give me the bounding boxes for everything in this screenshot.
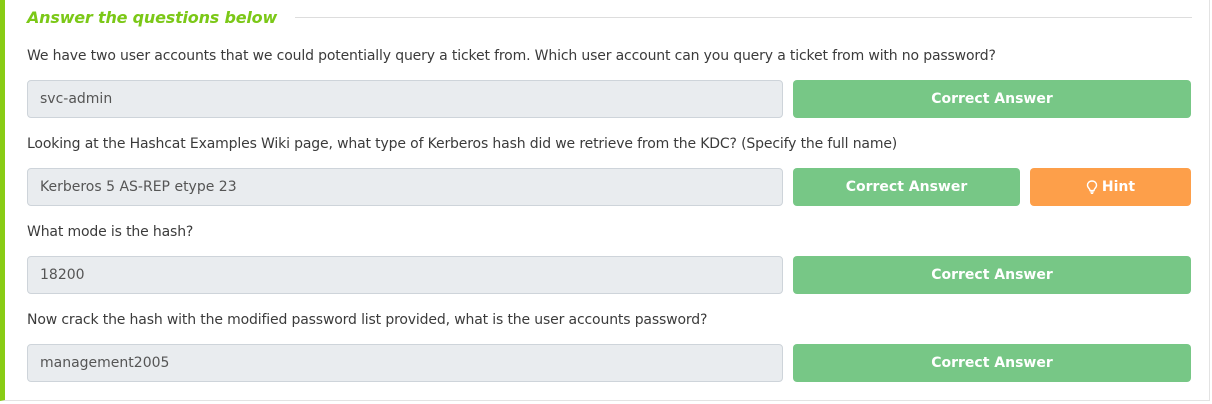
question-1-text: We have two user accounts that we could … [27, 48, 996, 64]
question-3-answer-field[interactable]: 18200 [27, 256, 783, 294]
question-2-hint-button[interactable]: Hint [1030, 168, 1191, 206]
question-1-correct-button[interactable]: Correct Answer [793, 80, 1191, 118]
question-2-correct-button[interactable]: Correct Answer [793, 168, 1020, 206]
lightbulb-icon [1086, 180, 1098, 194]
question-4-text: Now crack the hash with the modified pas… [27, 312, 708, 328]
hint-label: Hint [1101, 179, 1136, 195]
question-4-answer-field[interactable]: management2005 [27, 344, 783, 382]
section-title: Answer the questions below [27, 7, 278, 27]
questions-panel: Answer the questions below We have two u… [0, 0, 1210, 401]
question-4-correct-button[interactable]: Correct Answer [793, 344, 1191, 382]
question-1-answer-field[interactable]: svc-admin [27, 80, 783, 118]
header-divider [295, 16, 1192, 18]
question-2-answer-field[interactable]: Kerberos 5 AS-REP etype 23 [27, 168, 783, 206]
question-3-text: What mode is the hash? [27, 224, 194, 240]
question-3-correct-button[interactable]: Correct Answer [793, 256, 1191, 294]
section-header: Answer the questions below [27, 6, 1192, 28]
question-2-text: Looking at the Hashcat Examples Wiki pag… [27, 136, 898, 152]
